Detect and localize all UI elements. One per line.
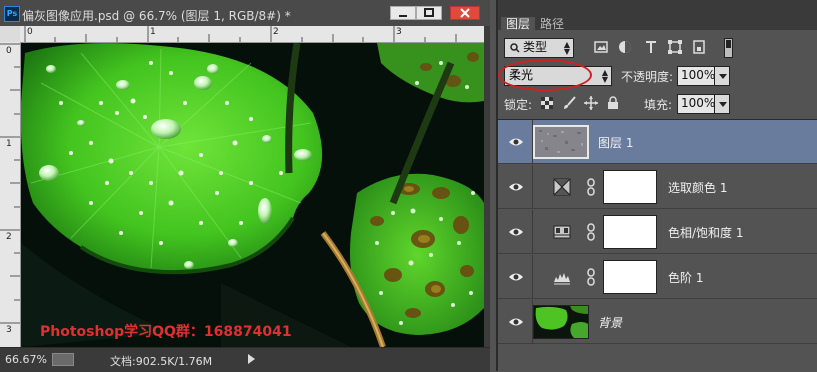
close-button[interactable] <box>450 6 480 20</box>
zoom-level-field[interactable]: 66.67% <box>5 353 47 366</box>
filter-toggle-switch[interactable] <box>724 38 733 58</box>
layer-filter-select[interactable]: 类型 ▲ ▼ <box>504 38 574 58</box>
status-bar: 66.67% 文档:902.5K/1.76M <box>0 347 490 372</box>
ruler-label: 2 <box>6 232 12 242</box>
layer-row-levels[interactable]: 色阶 1 <box>498 255 817 299</box>
lock-all-icon[interactable] <box>606 96 620 110</box>
horizontal-ruler[interactable]: 0 1 2 3 <box>20 26 484 43</box>
layer-thumbnail[interactable] <box>533 125 589 159</box>
selective-color-icon <box>553 178 571 196</box>
select-arrows-icon: ▲ ▼ <box>601 68 608 84</box>
noise-thumbnail-image <box>535 127 587 157</box>
layer-mask-thumbnail[interactable] <box>603 170 657 204</box>
shape-filter-icon[interactable] <box>668 40 682 54</box>
levels-icon <box>554 273 570 285</box>
ruler-label: 0 <box>27 27 33 37</box>
type-filter-icon[interactable] <box>644 40 658 54</box>
status-menu-arrow-icon[interactable] <box>248 354 255 364</box>
close-icon <box>460 8 470 18</box>
layer-row-layer1[interactable]: 图层 1 <box>498 120 817 164</box>
opacity-label: 不透明度: <box>621 70 674 84</box>
layer-filter-label: 类型 <box>523 40 548 54</box>
status-info-icon[interactable] <box>52 353 74 366</box>
layers-panel: 图层 路径 类型 ▲ ▼ 柔光 ▲ ▼ 不透明度: 100% 锁定: 填充: 1… <box>496 0 817 372</box>
layer-name: 图层 1 <box>598 136 634 150</box>
photoshop-icon: Ps <box>4 6 20 22</box>
layer-name: 选取颜色 1 <box>668 181 728 195</box>
document-size-info: 文档:902.5K/1.76M <box>110 355 213 368</box>
mask-link-icon[interactable] <box>586 223 596 241</box>
separator <box>532 210 533 254</box>
ruler-label: 3 <box>6 325 12 335</box>
lock-label: 锁定: <box>504 98 533 112</box>
lock-move-icon[interactable] <box>584 96 598 110</box>
fill-slider-button[interactable] <box>714 94 730 114</box>
tab-paths[interactable]: 路径 <box>535 17 569 33</box>
layer-name: 背景 <box>598 316 623 330</box>
blend-mode-select[interactable]: 柔光 ▲ ▼ <box>504 66 612 86</box>
vertical-ruler[interactable]: 0 1 2 3 <box>0 42 21 347</box>
ruler-label: 1 <box>6 139 12 149</box>
layer-mask-thumbnail[interactable] <box>603 215 657 249</box>
panel-tab-bar: 图层 路径 <box>498 0 817 33</box>
tab-layers[interactable]: 图层 <box>501 17 536 33</box>
ruler-label: 0 <box>6 46 12 56</box>
visibility-eye-icon[interactable] <box>508 314 524 330</box>
ruler-label: 2 <box>273 27 279 37</box>
ruler-label: 1 <box>150 27 156 37</box>
layer-name: 色相/饱和度 1 <box>668 226 744 240</box>
fill-label: 填充: <box>644 98 673 112</box>
hue-saturation-icon <box>553 225 571 239</box>
visibility-eye-icon[interactable] <box>508 179 524 195</box>
layer-row-hue-saturation[interactable]: 色相/饱和度 1 <box>498 210 817 254</box>
visibility-eye-icon[interactable] <box>508 224 524 240</box>
smart-object-filter-icon[interactable] <box>692 40 706 54</box>
ruler-ticks <box>0 43 20 324</box>
ruler-ticks <box>24 26 457 42</box>
blend-mode-value: 柔光 <box>509 68 534 82</box>
visibility-eye-icon[interactable] <box>508 269 524 285</box>
layer-mask-thumbnail[interactable] <box>603 260 657 294</box>
mask-link-icon[interactable] <box>586 178 596 196</box>
document-title-bar[interactable]: Ps 偏灰图像应用.psd @ 66.7% (图层 1, RGB/8#) * <box>0 0 490 26</box>
opacity-slider-button[interactable] <box>714 66 730 86</box>
document-canvas[interactable] <box>21 43 484 347</box>
lock-transparent-icon[interactable] <box>540 96 554 110</box>
adjustment-filter-icon[interactable] <box>618 40 632 54</box>
minimize-icon <box>399 15 407 17</box>
image-filter-icon[interactable] <box>594 40 608 54</box>
ruler-corner[interactable] <box>0 26 20 42</box>
opacity-input[interactable]: 100% <box>677 66 715 86</box>
maximize-button[interactable] <box>416 6 442 20</box>
layer-row-background[interactable]: 背景 <box>498 300 817 344</box>
ruler-label: 3 <box>396 27 402 37</box>
layer-thumbnail[interactable] <box>533 305 589 339</box>
lotus-leaf-photo <box>21 43 484 347</box>
layer-row-selective-color[interactable]: 选取颜色 1 <box>498 165 817 209</box>
visibility-eye-icon[interactable] <box>508 134 524 150</box>
background-thumbnail-image <box>534 306 588 338</box>
layer-name: 色阶 1 <box>668 271 704 285</box>
maximize-icon <box>424 8 434 17</box>
fill-input[interactable]: 100% <box>677 94 715 114</box>
select-arrows-icon: ▲ ▼ <box>563 40 570 56</box>
lock-paint-icon[interactable] <box>562 96 576 110</box>
document-window: Ps 偏灰图像应用.psd @ 66.7% (图层 1, RGB/8#) * 0… <box>0 0 490 372</box>
minimize-button[interactable] <box>390 6 416 20</box>
document-title: 偏灰图像应用.psd @ 66.7% (图层 1, RGB/8#) * <box>22 9 291 23</box>
separator <box>532 165 533 209</box>
search-icon <box>510 43 520 53</box>
separator <box>532 255 533 299</box>
mask-link-icon[interactable] <box>586 268 596 286</box>
layers-list: 图层 1 选取颜色 1 色相/饱和度 1 色阶 1 背景 <box>498 119 817 372</box>
watermark-text: Photoshop学习QQ群：168874041 <box>40 324 292 340</box>
